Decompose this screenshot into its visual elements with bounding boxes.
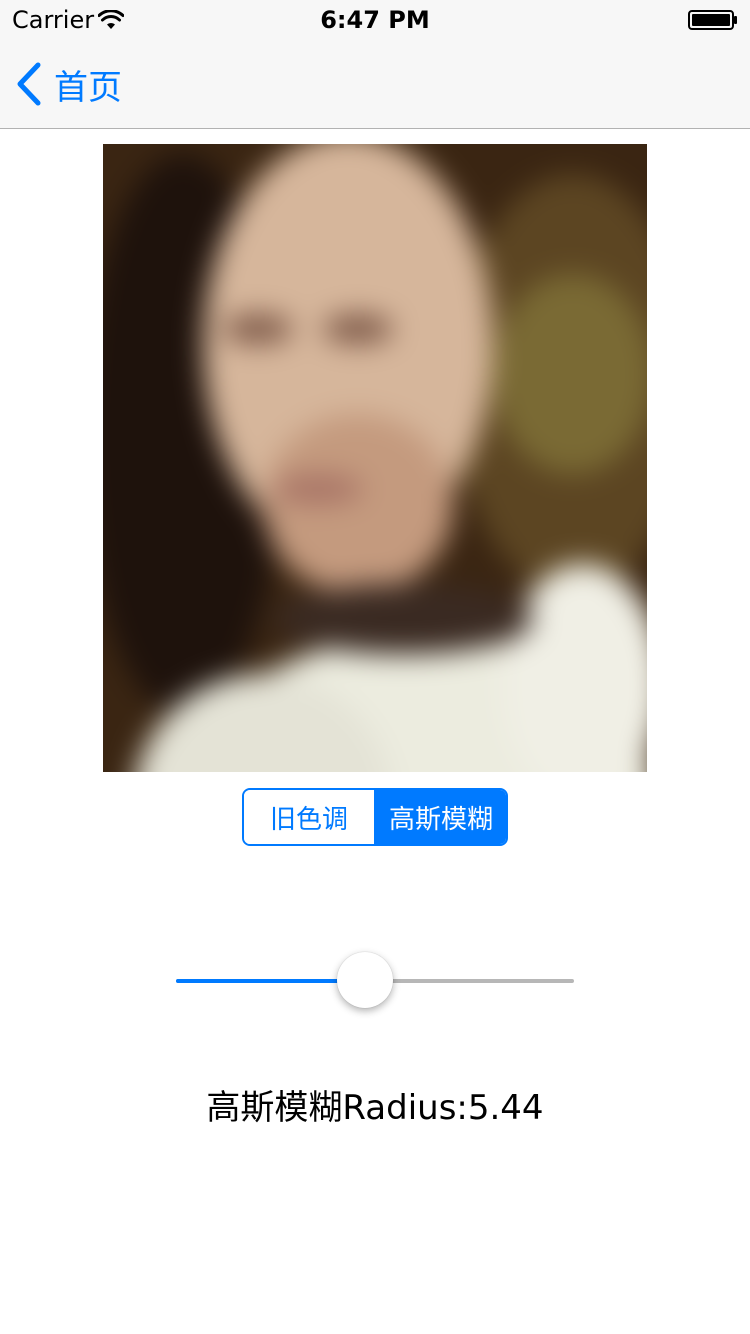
chevron-left-icon xyxy=(17,62,41,106)
filter-segmented-control[interactable]: 旧色调 高斯模糊 xyxy=(242,788,508,846)
segment-old-tone[interactable]: 旧色调 xyxy=(244,790,376,844)
segment-gaussian-blur[interactable]: 高斯模糊 xyxy=(376,790,506,844)
slider-thumb[interactable] xyxy=(336,952,393,1008)
blurred-photo xyxy=(103,144,647,772)
battery-icon xyxy=(688,10,737,30)
status-bar: Carrier 6:47 PM xyxy=(0,0,750,40)
photo-content xyxy=(103,144,647,772)
status-time: 6:47 PM xyxy=(320,6,430,34)
radius-slider[interactable] xyxy=(176,950,574,1010)
back-button-label: 首页 xyxy=(54,67,122,108)
navigation-bar: 首页 xyxy=(0,40,750,129)
back-button[interactable]: 首页 xyxy=(14,62,122,108)
radius-value-label: 高斯模糊Radius:5.44 xyxy=(206,1088,544,1128)
